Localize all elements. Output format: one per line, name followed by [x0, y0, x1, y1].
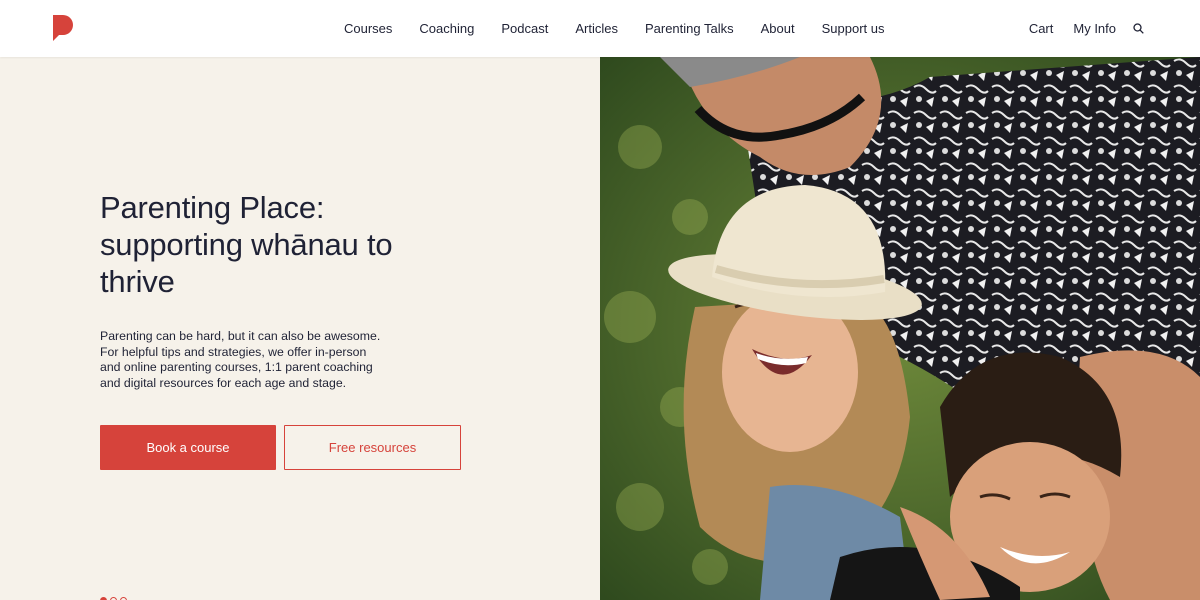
utility-nav: Cart My Info	[1009, 0, 1144, 57]
search-icon[interactable]	[1132, 23, 1144, 35]
parenting-place-logo[interactable]	[52, 15, 74, 41]
cart-link[interactable]: Cart	[1029, 21, 1054, 36]
hero-description: Parenting can be hard, but it can also b…	[100, 329, 381, 390]
main-nav: Courses Coaching Podcast Articles Parent…	[344, 0, 884, 57]
book-a-course-button[interactable]: Book a course	[100, 425, 276, 470]
family-photo-illustration	[600, 57, 1200, 600]
nav-courses[interactable]: Courses	[344, 21, 392, 36]
free-resources-button[interactable]: Free resources	[284, 425, 461, 470]
my-info-link[interactable]: My Info	[1073, 21, 1116, 36]
hero-content: Parenting Place: supporting whānau to th…	[0, 57, 600, 600]
hero-title: Parenting Place: supporting whānau to th…	[100, 190, 393, 299]
nav-podcast[interactable]: Podcast	[501, 21, 548, 36]
site-header: Courses Coaching Podcast Articles Parent…	[0, 0, 1200, 57]
hero-image	[600, 57, 1200, 600]
nav-parenting-talks[interactable]: Parenting Talks	[645, 21, 734, 36]
nav-about[interactable]: About	[761, 21, 795, 36]
nav-articles[interactable]: Articles	[575, 21, 618, 36]
nav-coaching[interactable]: Coaching	[419, 21, 474, 36]
nav-support-us[interactable]: Support us	[822, 21, 885, 36]
